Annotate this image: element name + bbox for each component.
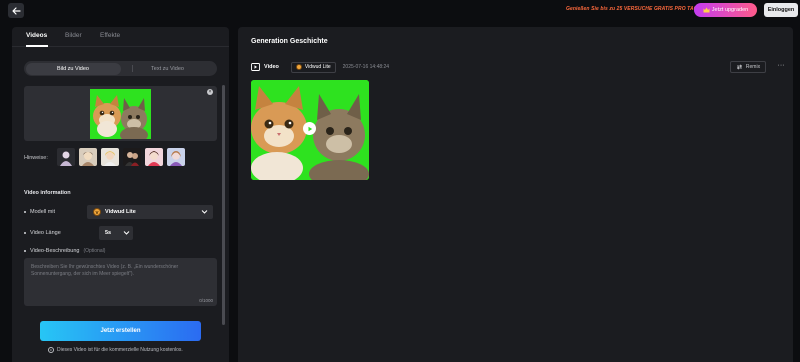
more-options-button[interactable]: ··· (775, 61, 787, 73)
vidwud-logo-icon: V (93, 208, 101, 216)
vidwud-logo-icon (295, 64, 302, 70)
hint-example-5[interactable] (145, 148, 163, 166)
hint-example-1[interactable] (57, 148, 75, 166)
model-chip-label: Vidwud Lite (304, 64, 331, 70)
hint-example-6[interactable] (167, 148, 185, 166)
back-button[interactable] (8, 3, 24, 18)
description-field-label: Video-Beschreibung (Optional) (24, 248, 105, 254)
chevron-down-icon (201, 210, 208, 214)
upgrade-button[interactable]: Jetzt upgraden (694, 3, 757, 17)
description-label: Video-Beschreibung (30, 248, 80, 254)
description-placeholder: Beschreiben Sie Ihr gewünschtes Video (z… (31, 264, 179, 277)
chevron-down-icon (123, 231, 130, 235)
top-bar: Genießen Sie bis zu 25 VERSUCHE GRATIS P… (0, 0, 800, 22)
active-tab-indicator (26, 45, 48, 47)
model-label: Modell mit (30, 209, 56, 215)
bullet (24, 250, 26, 252)
tab-effects[interactable]: Effekte (100, 32, 120, 39)
panel-scrollbar[interactable] (222, 85, 225, 325)
play-button[interactable] (303, 122, 316, 135)
play-icon (308, 126, 312, 131)
remix-label: Remix (745, 64, 761, 70)
hints-label: Hinweise: (24, 155, 48, 161)
bullet (24, 211, 26, 213)
commercial-use-icon: c (48, 347, 54, 353)
item-timestamp: 2025-07-16 14:48:24 (342, 64, 390, 70)
mode-switch: Bild zu Video Text zu Video (24, 61, 217, 76)
hint-example-4[interactable] (123, 148, 141, 166)
remove-image-button[interactable]: × (207, 89, 213, 95)
tab-images[interactable]: Bilder (65, 32, 82, 39)
model-field-label: Modell mit (24, 209, 55, 215)
mode-image-to-video[interactable]: Bild zu Video (25, 62, 121, 75)
image-upload-area[interactable]: × (24, 86, 217, 141)
mode-text-to-video[interactable]: Text zu Video (120, 63, 215, 75)
length-value: 5s (105, 230, 112, 236)
uploaded-image-thumbnail (90, 89, 151, 139)
hint-example-2[interactable] (79, 148, 97, 166)
model-value: Vidwud Lite (105, 209, 136, 215)
create-button[interactable]: Jetzt erstellen (40, 321, 201, 341)
history-panel: Generation Geschichte Video Vidwud Lite … (238, 27, 793, 362)
length-select[interactable]: 5s (99, 226, 133, 240)
license-note: c Dieses Video ist für die kommerzielle … (48, 347, 183, 353)
arrow-left-icon (11, 6, 21, 15)
model-chip: Vidwud Lite (290, 61, 336, 73)
license-note-text: Dieses Video ist für die kommerzielle Nu… (57, 347, 183, 353)
ellipsis-icon: ··· (777, 62, 785, 69)
login-button[interactable]: Einloggen (764, 3, 798, 17)
remix-button[interactable]: Remix (730, 61, 766, 73)
item-type-label: Video (264, 64, 279, 70)
promo-text: Genießen Sie bis zu 25 VERSUCHE GRATIS P… (566, 6, 700, 12)
generator-panel: Videos Bilder Effekte Bild zu Video Text… (12, 27, 229, 362)
close-icon: × (208, 89, 212, 95)
media-tabs: Videos Bilder Effekte (12, 27, 229, 47)
model-select[interactable]: V Vidwud Lite (87, 205, 213, 219)
bullet (24, 232, 26, 234)
generated-video-thumbnail[interactable] (251, 80, 369, 180)
history-item-header: Video Vidwud Lite 2025-07-16 14:48:24 (251, 61, 389, 73)
upgrade-label: Jetzt upgraden (711, 7, 749, 13)
hint-example-3[interactable] (101, 148, 119, 166)
video-info-heading: Video information (24, 190, 71, 196)
length-field-label: Video Länge (24, 230, 61, 236)
length-label: Video Länge (30, 230, 61, 236)
video-icon (251, 63, 260, 71)
crown-icon (703, 7, 710, 13)
tab-videos[interactable]: Videos (26, 32, 47, 39)
optional-tag: (Optional) (83, 248, 106, 254)
remix-icon (736, 64, 742, 70)
history-title: Generation Geschichte (251, 38, 328, 45)
character-counter: 0/1000 (199, 298, 213, 303)
description-textarea[interactable]: Beschreiben Sie Ihr gewünschtes Video (z… (24, 258, 217, 306)
